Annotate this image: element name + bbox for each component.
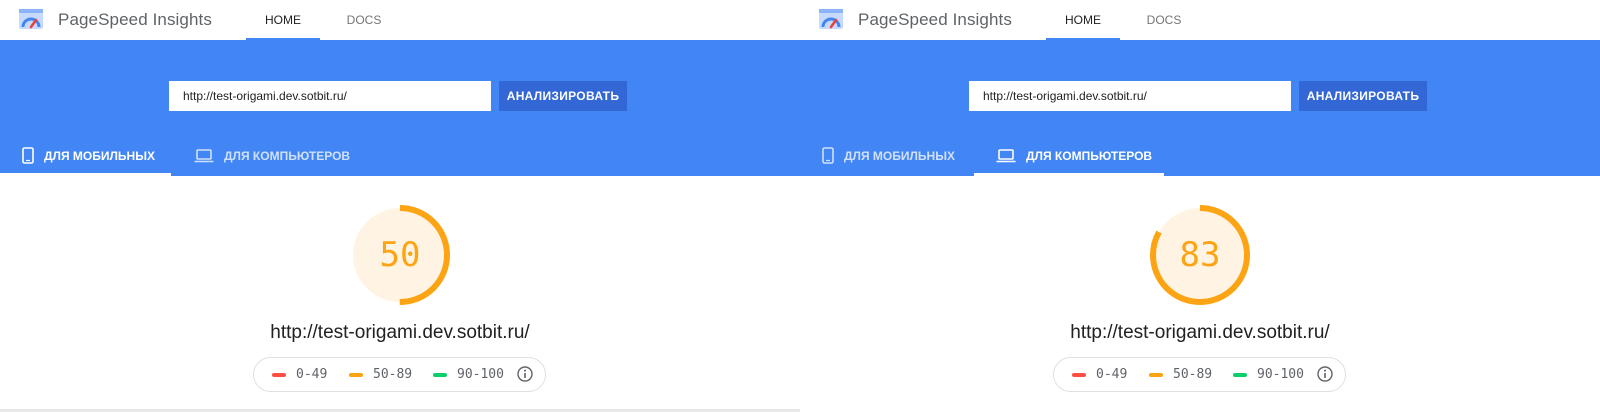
top-bar: PageSpeed Insights HOME DOCS bbox=[0, 0, 800, 40]
legend-good-range: 90-100 bbox=[457, 367, 504, 382]
score-value: 83 bbox=[1179, 235, 1221, 275]
url-input[interactable] bbox=[969, 81, 1291, 111]
laptop-icon bbox=[194, 149, 214, 163]
legend-bad-marker bbox=[272, 372, 286, 377]
score-legend: 0-49 50-89 90-100 bbox=[253, 357, 546, 392]
legend-average-range: 50-89 bbox=[1173, 367, 1213, 382]
url-input[interactable] bbox=[169, 81, 491, 111]
score-legend: 0-49 50-89 90-100 bbox=[1053, 357, 1346, 392]
legend-bad-range: 0-49 bbox=[296, 367, 328, 382]
brand-title: PageSpeed Insights bbox=[858, 10, 1012, 29]
legend-good-range: 90-100 bbox=[1257, 367, 1304, 382]
search-band: АНАЛИЗИРОВАТЬ ДЛЯ МОБИЛЬНЫХ ДЛЯ КОМПЬЮТЕ… bbox=[0, 40, 800, 176]
analyzed-url: http://test-origami.dev.sotbit.ru/ bbox=[1070, 322, 1330, 343]
score-gauge: 83 bbox=[1145, 200, 1255, 310]
nav-tab-docs[interactable]: DOCS bbox=[1134, 0, 1194, 40]
legend-average-marker bbox=[349, 372, 363, 377]
legend-item-bad: 0-49 bbox=[272, 358, 327, 391]
legend-item-bad: 0-49 bbox=[1072, 358, 1127, 391]
nav-tab-home[interactable]: HOME bbox=[246, 0, 320, 40]
tab-mobile-label: ДЛЯ МОБИЛЬНЫХ bbox=[844, 148, 955, 163]
tab-desktop[interactable]: ДЛЯ КОМПЬЮТЕРОВ bbox=[974, 135, 1164, 176]
analyze-button[interactable]: АНАЛИЗИРОВАТЬ bbox=[499, 81, 627, 111]
tab-desktop-label: ДЛЯ КОМПЬЮТЕРОВ bbox=[224, 148, 351, 163]
tab-mobile[interactable]: ДЛЯ МОБИЛЬНЫХ bbox=[0, 135, 171, 176]
legend-good-marker bbox=[1233, 372, 1247, 377]
score-value: 50 bbox=[379, 235, 421, 275]
top-bar: PageSpeed Insights HOME DOCS bbox=[800, 0, 1600, 40]
pagespeed-logo-icon bbox=[19, 9, 43, 29]
pagespeed-panel-mobile: PageSpeed Insights HOME DOCS АНАЛИЗИРОВА… bbox=[0, 0, 801, 412]
pagespeed-panel-desktop: PageSpeed Insights HOME DOCS АНАЛИЗИРОВА… bbox=[800, 0, 1600, 412]
brand-title: PageSpeed Insights bbox=[58, 10, 212, 29]
info-icon[interactable] bbox=[517, 366, 533, 382]
legend-bad-range: 0-49 bbox=[1096, 367, 1128, 382]
legend-item-good: 90-100 bbox=[1233, 358, 1304, 391]
search-band: АНАЛИЗИРОВАТЬ ДЛЯ МОБИЛЬНЫХ ДЛЯ КОМПЬЮТЕ… bbox=[800, 40, 1600, 176]
laptop-icon bbox=[996, 149, 1016, 163]
tab-desktop-label: ДЛЯ КОМПЬЮТЕРОВ bbox=[1026, 148, 1153, 163]
tab-desktop[interactable]: ДЛЯ КОМПЬЮТЕРОВ bbox=[178, 135, 358, 176]
score-gauge: 50 bbox=[345, 200, 455, 310]
legend-item-average: 50-89 bbox=[1149, 358, 1212, 391]
nav-tab-home[interactable]: HOME bbox=[1046, 0, 1120, 40]
legend-item-good: 90-100 bbox=[433, 358, 504, 391]
legend-average-marker bbox=[1149, 372, 1163, 377]
smartphone-icon bbox=[22, 147, 34, 165]
legend-bad-marker bbox=[1072, 372, 1086, 377]
info-icon[interactable] bbox=[1317, 366, 1333, 382]
analyzed-url: http://test-origami.dev.sotbit.ru/ bbox=[270, 322, 530, 343]
legend-good-marker bbox=[433, 372, 447, 377]
nav-tab-docs[interactable]: DOCS bbox=[334, 0, 394, 40]
analyze-button[interactable]: АНАЛИЗИРОВАТЬ bbox=[1299, 81, 1427, 111]
pagespeed-logo-icon bbox=[819, 9, 843, 29]
legend-item-average: 50-89 bbox=[349, 358, 412, 391]
legend-average-range: 50-89 bbox=[373, 367, 413, 382]
smartphone-icon bbox=[822, 147, 834, 165]
tab-mobile[interactable]: ДЛЯ МОБИЛЬНЫХ bbox=[800, 135, 971, 176]
tab-mobile-label: ДЛЯ МОБИЛЬНЫХ bbox=[44, 148, 155, 163]
